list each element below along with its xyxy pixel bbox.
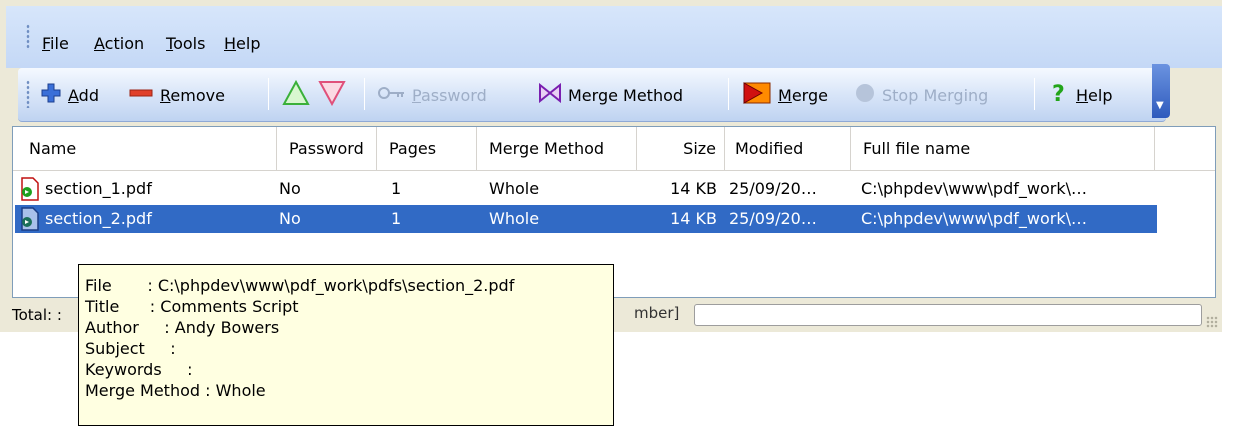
- pdf-file-icon: [19, 177, 41, 205]
- cell-modified: 25/09/20…: [729, 209, 817, 228]
- toolbar: Add Remove Password Merge Method Merge S…: [18, 68, 1166, 122]
- file-info-tooltip: File : C:\phpdev\www\pdf_work\pdfs\secti…: [78, 264, 614, 426]
- key-icon: [378, 85, 406, 105]
- cell-modified: 25/09/20…: [729, 179, 817, 198]
- toolbar-grip[interactable]: [26, 80, 30, 108]
- menu-tools[interactable]: Tools: [166, 34, 205, 53]
- cell-full-file-name: C:\phpdev\www\pdf_work\…: [861, 179, 1087, 198]
- menu-help[interactable]: Help: [224, 34, 260, 53]
- menu-file[interactable]: File: [42, 34, 69, 53]
- cell-size: 14 KB: [670, 209, 717, 228]
- add-button[interactable]: Add: [40, 81, 99, 109]
- question-icon: ?: [1048, 81, 1070, 109]
- merge-flag-icon: [742, 81, 772, 109]
- cell-pages: 1: [391, 209, 402, 228]
- remove-button[interactable]: Remove: [128, 81, 225, 109]
- toolbar-separator: [728, 78, 729, 110]
- column-header-pages[interactable]: Pages: [377, 127, 477, 171]
- cell-pages: 1: [391, 179, 402, 198]
- merge-button[interactable]: Merge: [742, 81, 828, 109]
- column-header-merge-method[interactable]: Merge Method: [477, 127, 637, 171]
- cell-size: 14 KB: [670, 179, 717, 198]
- cell-full-file-name: C:\phpdev\www\pdf_work\…: [861, 209, 1087, 228]
- status-field-text: mber]: [634, 304, 680, 322]
- toolbar-overflow-button[interactable]: ▼: [1152, 64, 1170, 118]
- cell-name: section_2.pdf: [45, 209, 152, 228]
- table-row[interactable]: section_1.pdf No 1 Whole 14 KB 25/09/20……: [13, 175, 1215, 203]
- move-down-button[interactable]: [318, 81, 346, 109]
- svg-text:?: ?: [1052, 82, 1065, 105]
- menubar-grip[interactable]: [26, 24, 30, 50]
- column-header-full-file-name[interactable]: Full file name: [851, 127, 1155, 171]
- status-total: Total: :: [12, 306, 62, 324]
- column-header-size[interactable]: Size: [637, 127, 725, 171]
- cell-password: No: [279, 209, 301, 228]
- pdf-file-icon: [19, 207, 41, 235]
- minus-icon: [128, 82, 154, 108]
- column-header-name[interactable]: Name: [29, 127, 277, 171]
- tooltip-title: Title : Comments Script: [85, 297, 299, 316]
- status-progress-field: [694, 304, 1202, 326]
- stop-circle-icon: [854, 82, 876, 108]
- cell-merge-method: Whole: [489, 179, 540, 198]
- help-button[interactable]: ? Help: [1048, 81, 1112, 109]
- column-header-modified[interactable]: Modified: [725, 127, 851, 171]
- tooltip-file: File : C:\phpdev\www\pdf_work\pdfs\secti…: [85, 276, 515, 295]
- move-up-button[interactable]: [282, 79, 310, 110]
- list-header: Name Password Pages Merge Method Size Mo…: [13, 127, 1215, 171]
- tooltip-author: Author : Andy Bowers: [85, 318, 280, 337]
- cell-password: No: [279, 179, 301, 198]
- password-button[interactable]: Password: [378, 81, 487, 109]
- stop-merging-button[interactable]: Stop Merging: [854, 81, 988, 109]
- resize-grip-icon[interactable]: [1206, 316, 1218, 328]
- plus-icon: [40, 82, 62, 108]
- toolbar-separator: [1034, 78, 1035, 110]
- table-row[interactable]: section_2.pdf No 1 Whole 14 KB 25/09/20……: [13, 205, 1215, 233]
- tooltip-merge-method: Merge Method : Whole: [85, 381, 266, 400]
- cell-merge-method: Whole: [489, 209, 540, 228]
- column-header-password[interactable]: Password: [277, 127, 377, 171]
- tooltip-keywords: Keywords :: [85, 360, 193, 379]
- tooltip-subject: Subject :: [85, 339, 176, 358]
- cell-name: section_1.pdf: [45, 179, 152, 198]
- merge-method-button[interactable]: Merge Method: [538, 81, 683, 109]
- chevron-down-icon: ▼: [1156, 100, 1164, 111]
- menu-bar: File Action Tools Help: [6, 6, 1222, 68]
- triangle-down-icon: [318, 80, 346, 110]
- toolbar-separator: [364, 78, 365, 110]
- toolbar-separator: [268, 78, 269, 110]
- triangle-up-icon: [282, 79, 310, 110]
- menu-action[interactable]: Action: [94, 34, 144, 53]
- bowtie-icon: [538, 82, 562, 107]
